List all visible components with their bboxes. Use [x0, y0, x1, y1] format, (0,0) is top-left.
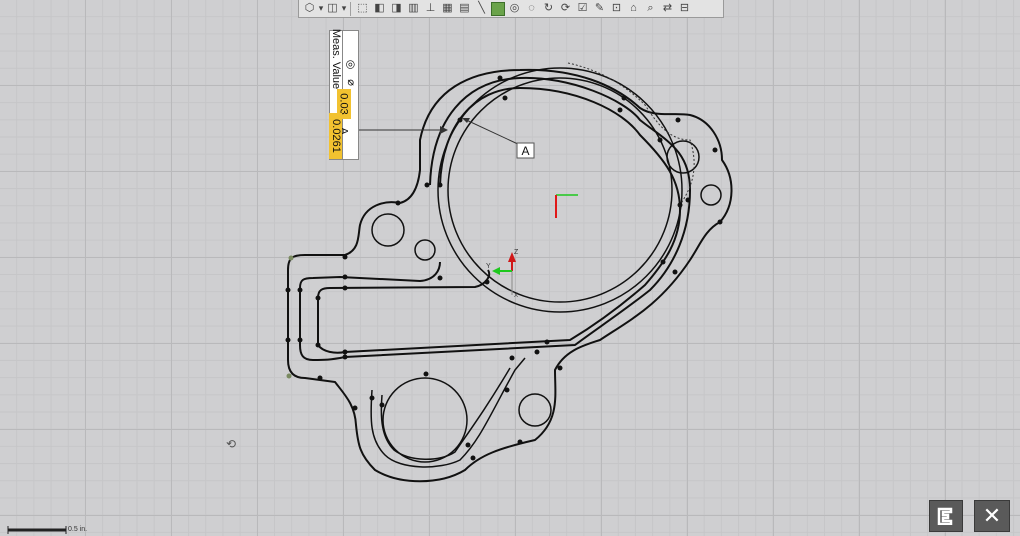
- swap-icon[interactable]: ⇄: [660, 2, 675, 16]
- close-icon: ✕: [982, 503, 1002, 528]
- solid-fill-icon[interactable]: [491, 1, 505, 16]
- lock-icon[interactable]: ⊟: [677, 2, 692, 16]
- triad-y-label: Y: [486, 263, 491, 270]
- position-symbol-icon: ◎: [344, 59, 357, 69]
- side-view-icon[interactable]: ◨: [389, 2, 404, 16]
- diameter-symbol-icon: ⌀: [344, 78, 357, 86]
- origin-marker: [555, 194, 578, 218]
- triad-x-label: X: [514, 293, 518, 299]
- view-toolbar: ⬡ ▾ ◫ ▾ ⬚ ◧ ◨ ▥ ⊥ ▦ ▤ ╲ ◎ ◌ ↻ ⟳ ☑ ✎ ⊡ ⌂ …: [298, 0, 724, 18]
- ref-point-1: [288, 255, 294, 261]
- hole-right-small[interactable]: [700, 184, 722, 206]
- close-button[interactable]: ✕: [974, 500, 1010, 532]
- fcf-position-cell: ◎: [337, 57, 365, 71]
- box-view-icon[interactable]: ◫: [325, 2, 340, 16]
- exit-icon: [937, 507, 953, 525]
- fcf-measured-value: 0.0261: [329, 119, 342, 153]
- box-dropdown-icon[interactable]: ▾: [342, 2, 347, 16]
- fcf-leader: [359, 117, 521, 146]
- exit-button[interactable]: [929, 500, 963, 532]
- fcf-measured-cell: 0.0261: [329, 113, 342, 159]
- fcf-tolerance: 0.03: [338, 93, 351, 115]
- triad-z-label: Z: [514, 249, 519, 256]
- part-groove-inner[interactable]: [317, 87, 681, 354]
- view-cube-icon[interactable]: ⬡: [302, 2, 317, 16]
- front-view-icon[interactable]: ◧: [372, 2, 387, 16]
- axes-view-icon[interactable]: ⊥: [423, 2, 438, 16]
- toolbar-separator: [350, 1, 351, 16]
- refresh-icon[interactable]: ⟳: [558, 2, 573, 16]
- line-tool-icon[interactable]: ╲: [474, 2, 489, 16]
- ref-point-2: [286, 373, 292, 379]
- hole-left-small[interactable]: [414, 239, 436, 261]
- hole-bottom-right[interactable]: [518, 393, 552, 427]
- view-dropdown-icon[interactable]: ▾: [319, 2, 324, 16]
- cad-viewport[interactable]: A Y Z X: [0, 0, 1020, 536]
- grid-layout-alt-icon[interactable]: ▤: [457, 2, 472, 16]
- text-icon[interactable]: ⊡: [609, 2, 624, 16]
- circle-dotted-icon[interactable]: ◌: [524, 2, 539, 16]
- rotate-cursor-icon: ⟲: [226, 437, 237, 451]
- hole-bottom[interactable]: [382, 377, 468, 463]
- circle-target-icon[interactable]: ◎: [507, 2, 522, 16]
- feature-control-frame[interactable]: Meas. Value ◎ ⌀ 0.03 A 0.0261: [329, 29, 359, 160]
- datum-label: A: [521, 144, 529, 158]
- datum-label-box[interactable]: A: [516, 142, 535, 159]
- annotate-icon[interactable]: ☑: [575, 2, 590, 16]
- scale-bar: [7, 526, 67, 534]
- pen-icon[interactable]: ✎: [592, 2, 607, 16]
- scale-bar-label: 0.5 in.: [68, 526, 88, 533]
- search-icon[interactable]: ⌕: [643, 2, 658, 16]
- rotate-icon[interactable]: ↻: [541, 2, 556, 16]
- grid-layout-icon[interactable]: ▦: [440, 2, 455, 16]
- bore-large[interactable]: [447, 77, 673, 303]
- hole-left-large[interactable]: [371, 213, 405, 247]
- fcf-diameter-cell: ⌀: [337, 75, 365, 89]
- iso-view-icon[interactable]: ⬚: [355, 2, 370, 16]
- shape-icon[interactable]: ⌂: [626, 2, 641, 16]
- split-view-icon[interactable]: ▥: [406, 2, 421, 16]
